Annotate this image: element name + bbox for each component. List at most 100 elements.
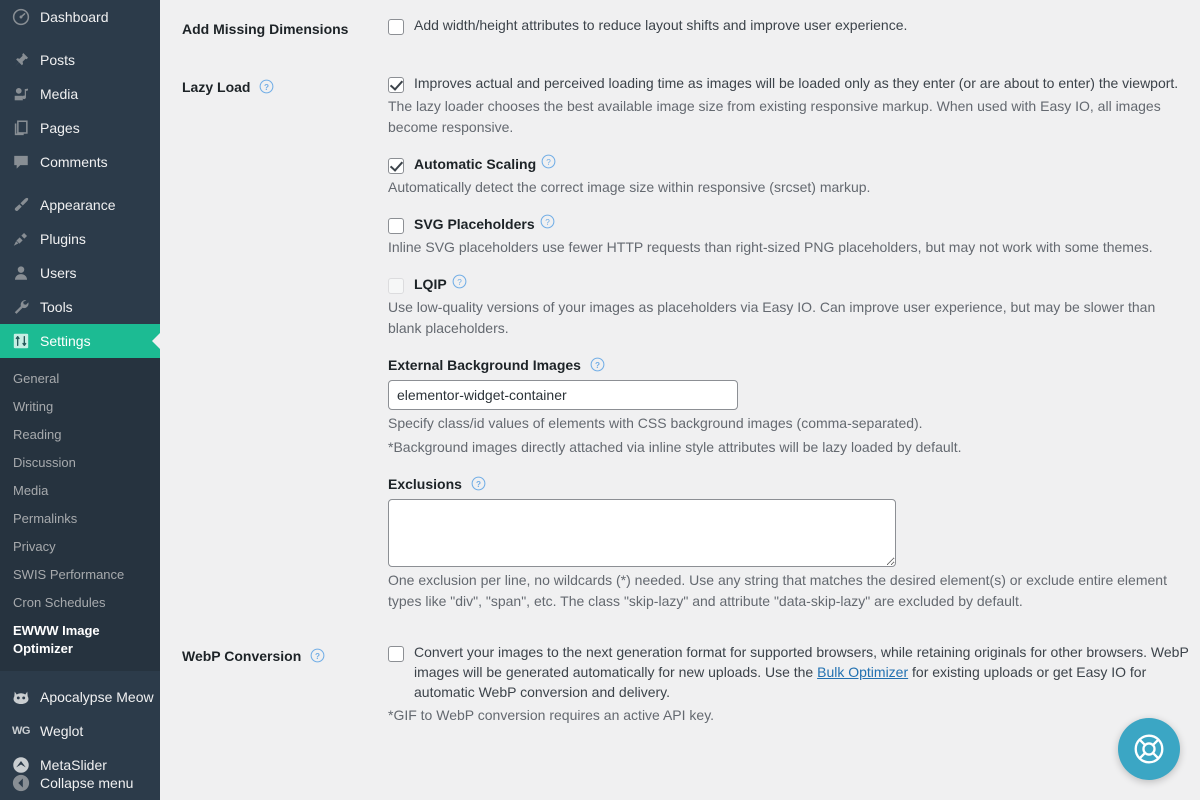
- label-lazy-load: Lazy Load ?: [160, 58, 380, 627]
- sidebar-item-comments[interactable]: Comments: [0, 145, 160, 179]
- sidebar-item-label: Settings: [40, 333, 91, 349]
- bulk-optimizer-link[interactable]: Bulk Optimizer: [817, 664, 908, 680]
- submenu-item-ewww-image-optimizer[interactable]: EWWW Image Optimizer: [0, 617, 112, 663]
- admin-sidebar: Dashboard Posts Media Pages Comments Appearan…: [0, 0, 160, 800]
- sidebar-item-label: Plugins: [40, 231, 86, 247]
- field-webp-conversion: Convert your images to the next generati…: [380, 627, 1200, 741]
- textarea-exclusions[interactable]: [388, 499, 896, 568]
- plug-icon: [11, 229, 31, 249]
- sidebar-item-dashboard[interactable]: Dashboard: [0, 0, 160, 34]
- svg-text:?: ?: [595, 361, 600, 370]
- submenu-item-permalinks[interactable]: Permalinks: [0, 505, 160, 533]
- sidebar-item-label: Pages: [40, 120, 80, 136]
- input-external-background-images[interactable]: [388, 380, 738, 411]
- svg-text:?: ?: [546, 158, 551, 167]
- primary-menu: Dashboard Posts Media Pages Comments Appearan…: [0, 0, 160, 358]
- submenu-item-privacy[interactable]: Privacy: [0, 533, 160, 561]
- description-svg-placeholders: Inline SVG placeholders use fewer HTTP r…: [388, 239, 1153, 256]
- help-icon-external-background-images[interactable]: ?: [590, 357, 605, 372]
- user-icon: [11, 263, 31, 283]
- submenu-item-swis-performance[interactable]: SWIS Performance: [0, 561, 160, 589]
- external-background-images-title: External Background Images: [388, 357, 581, 374]
- checkbox-label-svg-placeholders: SVG Placeholders: [414, 216, 535, 233]
- webp-conversion-title: WebP Conversion: [182, 648, 302, 665]
- sidebar-item-label: Tools: [40, 299, 73, 315]
- comment-icon: [11, 152, 31, 172]
- checkbox-automatic-scaling[interactable]: [388, 158, 404, 175]
- help-icon-exclusions[interactable]: ?: [471, 476, 486, 491]
- description-exclusions: One exclusion per line, no wildcards (*)…: [388, 572, 1167, 610]
- label-webp-conversion: WebP Conversion ?: [160, 627, 380, 741]
- submenu-item-general[interactable]: General: [0, 365, 160, 393]
- description-external-background-images-1: Specify class/id values of elements with…: [388, 415, 923, 432]
- submenu-item-writing[interactable]: Writing: [0, 393, 160, 421]
- sidebar-item-label: Media: [40, 86, 79, 102]
- help-icon-lazy-load[interactable]: ?: [259, 79, 274, 94]
- brush-icon: [11, 195, 31, 215]
- submenu-item-discussion[interactable]: Discussion: [0, 449, 160, 477]
- exclusions-title: Exclusions: [388, 476, 462, 493]
- description-lazy-load: The lazy loader chooses the best availab…: [388, 98, 1161, 136]
- help-icon-automatic-scaling[interactable]: ?: [541, 154, 556, 169]
- svg-text:?: ?: [315, 652, 320, 661]
- checkbox-webp-conversion[interactable]: [388, 646, 404, 663]
- svg-text:?: ?: [545, 218, 550, 227]
- settings-form-table: Add Missing Dimensions Add width/height …: [160, 0, 1200, 741]
- sidebar-item-posts[interactable]: Posts: [0, 43, 160, 77]
- sidebar-item-label: Posts: [40, 52, 76, 68]
- collapse-menu-button[interactable]: Collapse menu: [0, 766, 160, 800]
- sidebar-item-users[interactable]: Users: [0, 256, 160, 290]
- collapse-arrow-icon: [11, 773, 31, 793]
- block-svg-placeholders: SVG Placeholders ? Inline SVG placeholde…: [388, 214, 1190, 258]
- checkbox-svg-placeholders[interactable]: [388, 218, 404, 235]
- help-icon-svg-placeholders[interactable]: ?: [540, 214, 555, 229]
- block-automatic-scaling: Automatic Scaling ? Automatically detect…: [388, 154, 1190, 198]
- support-button[interactable]: [1118, 718, 1180, 780]
- sidebar-item-settings[interactable]: Settings: [0, 324, 160, 358]
- checkbox-label-lqip: LQIP: [414, 276, 447, 293]
- row-lazy-load: Lazy Load ? Improves actual and perceive…: [160, 58, 1200, 627]
- checkbox-label-add-missing-dimensions: Add width/height attributes to reduce la…: [414, 17, 908, 33]
- sliders-icon: [11, 331, 31, 351]
- admin-screen: Dashboard Posts Media Pages Comments Appearan…: [0, 0, 1200, 800]
- media-icon: [11, 84, 31, 104]
- row-webp-conversion: WebP Conversion ? Convert your images to…: [160, 627, 1200, 741]
- checkbox-lazy-load[interactable]: [388, 77, 404, 94]
- help-icon-lqip[interactable]: ?: [452, 274, 467, 289]
- label-external-background-images: External Background Images ?: [388, 355, 1190, 376]
- sidebar-item-appearance[interactable]: Appearance: [0, 188, 160, 222]
- sidebar-item-label: Apocalypse Meow: [40, 689, 154, 705]
- submenu-item-reading[interactable]: Reading: [0, 421, 160, 449]
- weglot-icon: WG: [12, 725, 30, 737]
- webp-conversion-checkbox-text: Convert your images to the next generati…: [414, 644, 1148, 661]
- collapse-menu-label: Collapse menu: [40, 775, 134, 791]
- svg-text:?: ?: [476, 480, 481, 489]
- settings-submenu: General Writing Reading Discussion Media Perm…: [0, 358, 160, 671]
- footnote-webp-conversion: *GIF to WebP conversion requires an acti…: [388, 707, 715, 724]
- svg-text:?: ?: [264, 83, 269, 92]
- block-external-background-images: External Background Images ? Specify cla…: [388, 355, 1190, 458]
- wrench-icon: [11, 297, 31, 317]
- pin-icon: [11, 50, 31, 70]
- help-icon-webp-conversion[interactable]: ?: [310, 648, 325, 663]
- sidebar-item-media[interactable]: Media: [0, 77, 160, 111]
- sidebar-item-tools[interactable]: Tools: [0, 290, 160, 324]
- dashboard-icon: [11, 7, 31, 27]
- sidebar-item-apocalypse-meow[interactable]: Apocalypse Meow: [0, 680, 160, 714]
- submenu-item-cron-schedules[interactable]: Cron Schedules: [0, 589, 160, 617]
- block-lqip: LQIP ? Use low-quality versions of your …: [388, 274, 1190, 339]
- checkbox-add-missing-dimensions[interactable]: [388, 19, 404, 35]
- submenu-item-media[interactable]: Media: [0, 477, 160, 505]
- field-add-missing-dimensions: Add width/height attributes to reduce la…: [380, 0, 1200, 58]
- checkbox-label-webp-conversion: Convert your images to the next generati…: [414, 642, 1190, 702]
- sidebar-item-plugins[interactable]: Plugins: [0, 222, 160, 256]
- cat-icon: [11, 687, 31, 707]
- label-exclusions: Exclusions ?: [388, 474, 1190, 495]
- row-add-missing-dimensions: Add Missing Dimensions Add width/height …: [160, 0, 1200, 58]
- sidebar-item-weglot[interactable]: WG Weglot: [0, 714, 160, 748]
- sidebar-item-label: Users: [40, 265, 77, 281]
- block-exclusions: Exclusions ? One exclusion per line, no …: [388, 474, 1190, 612]
- settings-content: Add Missing Dimensions Add width/height …: [160, 0, 1200, 800]
- pages-icon: [11, 118, 31, 138]
- sidebar-item-pages[interactable]: Pages: [0, 111, 160, 145]
